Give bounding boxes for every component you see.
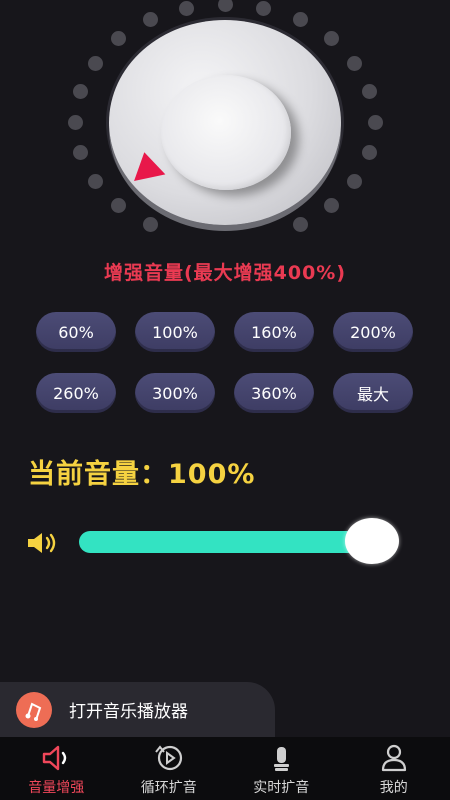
profile-icon: [381, 744, 406, 772]
preset-button-100[interactable]: 100%: [135, 312, 215, 352]
knob-level-dot: [347, 55, 363, 71]
knob-level-dot: [362, 83, 378, 99]
music-note-icon: [16, 691, 52, 728]
preset-button-max[interactable]: 最大: [333, 373, 413, 413]
music-player-label: 打开音乐播放器: [69, 702, 188, 722]
knob-level-dot: [67, 114, 83, 130]
knob-level-dot: [362, 145, 378, 161]
knob-level-dot: [217, 0, 233, 12]
preset-button-60[interactable]: 60%: [36, 312, 116, 352]
current-volume-label: 当前音量：100%: [28, 459, 256, 490]
nav-label: 实时扩音: [253, 780, 310, 796]
knob-level-dot: [367, 114, 383, 130]
knob-level-dot: [72, 83, 88, 99]
knob-level-dot: [72, 145, 88, 161]
microphone-icon: [274, 747, 290, 771]
preset-button-260[interactable]: 260%: [36, 373, 116, 413]
knob-level-dot: [87, 55, 103, 71]
speaker-icon: [28, 533, 56, 553]
knob-level-dot: [142, 12, 158, 28]
knob-level-dot: [292, 12, 308, 28]
knob-level-dot: [323, 31, 339, 47]
nav-label: 循环扩音: [140, 780, 197, 796]
knob-level-dot: [256, 0, 272, 16]
boost-title: 增强音量(最大增强400%): [103, 262, 347, 284]
nav-item-realtime-amplify[interactable]: 实时扩音: [225, 737, 338, 800]
knob-level-dot: [111, 31, 127, 47]
nav-label: 我的: [379, 780, 408, 796]
knob-level-dot: [87, 173, 103, 189]
volume-knob-area: [0, 0, 450, 250]
knob-cap: [161, 75, 291, 190]
preset-grid: 60% 100% 160% 200% 260% 300% 360% 最大: [36, 312, 416, 413]
nav-label: 音量增强: [28, 780, 85, 796]
open-music-player-button[interactable]: 打开音乐播放器: [0, 682, 275, 737]
knob-pointer-icon: [128, 148, 166, 182]
knob-level-dot: [178, 0, 194, 16]
knob-level-dot: [323, 197, 339, 213]
knob-level-dot: [292, 216, 308, 232]
speaker-icon: [43, 745, 67, 771]
volume-knob[interactable]: [109, 20, 341, 225]
volume-slider-track[interactable]: [79, 531, 379, 553]
loop-play-icon: [154, 745, 182, 771]
nav-item-mine[interactable]: 我的: [338, 737, 450, 800]
preset-button-360[interactable]: 360%: [234, 373, 314, 413]
preset-button-300[interactable]: 300%: [135, 373, 215, 413]
preset-button-200[interactable]: 200%: [333, 312, 413, 352]
preset-button-160[interactable]: 160%: [234, 312, 314, 352]
knob-level-dot: [111, 197, 127, 213]
nav-item-loop-amplify[interactable]: 循环扩音: [113, 737, 226, 800]
knob-level-dot: [347, 173, 363, 189]
bottom-nav: 音量增强 循环扩音 实时扩音 我的: [0, 737, 450, 800]
nav-item-volume-boost[interactable]: 音量增强: [0, 737, 113, 800]
volume-slider-thumb[interactable]: [345, 518, 399, 564]
knob-level-dot: [142, 216, 158, 232]
